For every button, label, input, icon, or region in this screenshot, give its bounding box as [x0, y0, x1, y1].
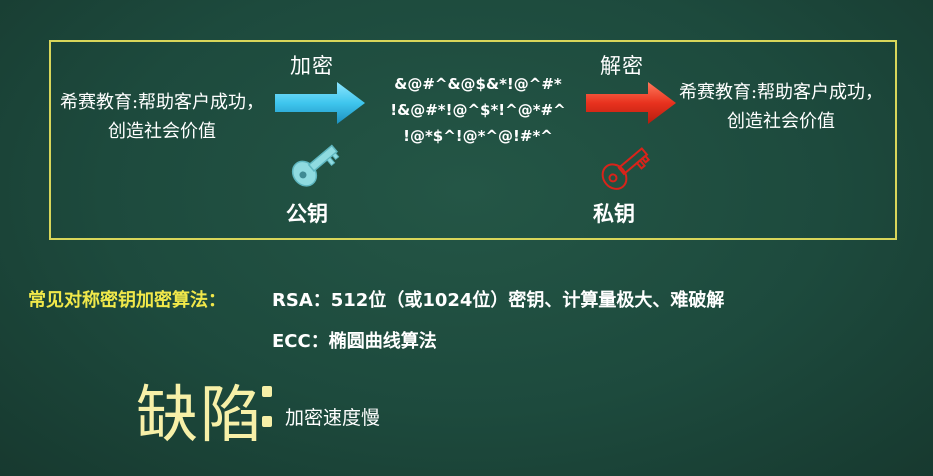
- ciphertext-line: !&@#*!@^$*!^@*#^: [390, 101, 566, 119]
- public-key-label: 公钥: [286, 202, 328, 226]
- ciphertext-line: &@#^&@$&*!@^#*: [394, 75, 562, 93]
- decrypt-label: 解密: [600, 54, 644, 78]
- decrypt-arrow-icon: [586, 82, 676, 124]
- defect-description: 加密速度慢: [285, 407, 381, 429]
- algorithms-title: 常见对称密钥加密算法：: [28, 290, 226, 311]
- public-key-icon: [291, 144, 340, 187]
- ciphertext-line: !@*$^!@*^@!#*^: [403, 127, 553, 145]
- rsa-description: RSA：512位（或1024位）密钥、计算量极大、难破解: [272, 290, 725, 311]
- colon-icon: [262, 386, 272, 427]
- encrypt-label: 加密: [290, 54, 334, 78]
- plaintext-source: 希赛教育:帮助客户成功，创造社会价值: [59, 92, 265, 142]
- defect-title: 缺陷: [136, 378, 265, 451]
- private-key-icon: [601, 147, 651, 190]
- ecc-description: ECC：椭圆曲线算法: [272, 331, 437, 352]
- encrypt-arrow-icon: [275, 82, 365, 124]
- plaintext-result: 希赛教育:帮助客户成功，创造社会价值: [678, 82, 884, 132]
- private-key-label: 私钥: [593, 202, 635, 226]
- ciphertext: &@#^&@$&*!@^#* !&@#*!@^$*!^@*#^ !@*$^!@*…: [368, 71, 588, 149]
